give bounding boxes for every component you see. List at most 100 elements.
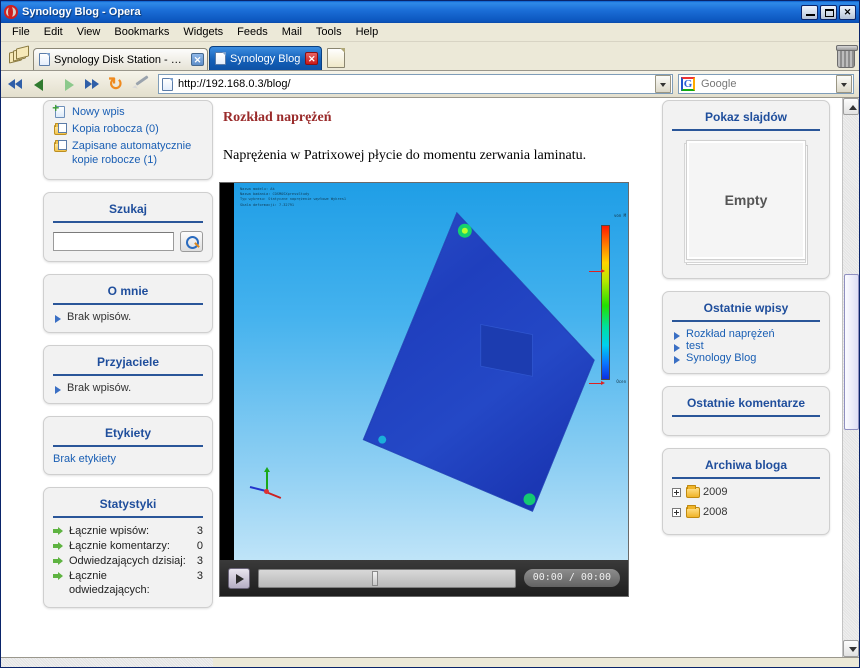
fast-forward-icon[interactable] <box>81 74 103 95</box>
new-tab-button[interactable] <box>327 48 346 68</box>
video-player[interactable]: Nazwa modelu: Ak Nazwa badania: COSMOSXp… <box>219 182 629 597</box>
stat-label: Łącznie komentarzy: <box>69 540 170 552</box>
about-box: O mnie Brak wpisów. <box>43 274 213 333</box>
divider <box>672 129 820 131</box>
tags-box: Etykiety Brak etykiety <box>43 416 213 475</box>
sidebar-item-autosaved-drafts[interactable]: Zapisane automatycznie kopie robocze (1) <box>53 139 203 167</box>
video-controls: 00:00 / 00:00 <box>220 560 628 596</box>
trash-icon[interactable] <box>836 45 858 68</box>
page-icon <box>39 53 50 66</box>
menu-item-edit[interactable]: Edit <box>37 24 70 40</box>
reload-icon[interactable] <box>106 74 128 95</box>
page-title: Rozkład naprężeń <box>223 110 332 125</box>
arrow-bullet-icon <box>53 555 64 567</box>
sidebar-item-draft[interactable]: Kopia robocza (0) <box>53 122 203 136</box>
web-search-input[interactable]: Google <box>699 78 836 90</box>
left-sidebar: Nowy wpis Kopia robocza (0) Zapisane aut… <box>1 98 213 657</box>
blog-page: Nowy wpis Kopia robocza (0) Zapisane aut… <box>1 98 842 657</box>
list-item[interactable]: Synology Blog <box>672 352 820 364</box>
scrollbar-thumb[interactable] <box>844 274 859 430</box>
close-button[interactable]: ✕ <box>839 4 856 20</box>
scroll-down-icon[interactable] <box>843 640 859 657</box>
google-logo-icon: G <box>681 77 695 91</box>
sidebar-item-label[interactable]: Kopia robocza (0) <box>72 122 159 136</box>
menu-item-feeds[interactable]: Feeds <box>230 24 275 40</box>
tab-synology-disk-station[interactable]: Synology Disk Station - D... ✕ <box>33 48 208 70</box>
expand-icon[interactable] <box>672 487 681 497</box>
box-title: Etykiety <box>104 426 152 440</box>
triangle-bullet-icon <box>55 386 61 394</box>
maximize-button[interactable] <box>820 4 837 20</box>
stats-box: Statystyki Łącznie wpisów: 3 Łącznie kom… <box>43 487 213 608</box>
friends-empty-text: Brak wpisów. <box>67 382 132 394</box>
tab-close-icon[interactable]: ✕ <box>191 53 204 66</box>
list-item[interactable]: test <box>672 340 820 352</box>
slideshow-frame[interactable]: Empty <box>672 137 820 269</box>
arrow-bullet-icon <box>53 525 64 537</box>
color-scale-legend <box>601 225 610 380</box>
divider <box>53 445 203 447</box>
sidebar-item-label[interactable]: Nowy wpis <box>72 105 125 119</box>
recent-post-link[interactable]: Synology Blog <box>686 352 756 364</box>
legend-bottom-label: Ocen <box>616 379 626 384</box>
archive-label: 2008 <box>703 506 728 518</box>
recent-posts-box: Ostatnie wpisy Rozkład naprężeń test Syn… <box>662 291 830 374</box>
scroll-up-icon[interactable] <box>843 98 859 115</box>
search-icon[interactable] <box>180 231 203 252</box>
slideshow-empty-text: Empty <box>686 140 806 260</box>
list-item[interactable]: Rozkład naprężeń <box>672 328 820 340</box>
divider <box>672 415 820 417</box>
triangle-bullet-icon <box>674 344 680 352</box>
vertical-scrollbar[interactable] <box>842 98 859 657</box>
menu-item-file[interactable]: File <box>5 24 37 40</box>
sidebar-item-new-post[interactable]: Nowy wpis <box>52 102 203 119</box>
legend-marker-lower <box>589 381 605 385</box>
menu-item-bookmarks[interactable]: Bookmarks <box>107 24 176 40</box>
tab-synology-blog[interactable]: Synology Blog ✕ <box>209 46 323 70</box>
search-engine-dropdown-icon[interactable] <box>836 75 852 93</box>
recent-post-link[interactable]: test <box>686 340 704 352</box>
edit-icon[interactable] <box>131 74 153 95</box>
sidebar-item-label[interactable]: Zapisane automatycznie kopie robocze (1) <box>72 139 203 167</box>
seek-slider[interactable] <box>258 568 516 588</box>
arrow-bullet-icon <box>53 540 64 552</box>
divider <box>53 374 203 376</box>
tags-empty-link[interactable]: Brak etykiety <box>53 453 116 465</box>
menu-item-tools[interactable]: Tools <box>309 24 349 40</box>
forward-icon[interactable] <box>56 74 78 95</box>
divider <box>672 320 820 322</box>
menu-item-view[interactable]: View <box>70 24 108 40</box>
horizontal-scrollbar[interactable] <box>1 658 213 667</box>
recent-post-link[interactable]: Rozkład naprężeń <box>686 328 775 340</box>
tab-close-icon[interactable]: ✕ <box>305 52 319 65</box>
search-input[interactable] <box>53 232 174 251</box>
stat-label: Łącznie odwiedzających: <box>69 570 150 596</box>
play-icon[interactable] <box>228 567 250 589</box>
folder-icon <box>686 485 703 499</box>
minimize-button[interactable] <box>801 4 818 20</box>
seek-thumb[interactable] <box>371 570 378 586</box>
folder-document-icon <box>53 122 69 136</box>
divider <box>53 221 203 223</box>
box-title: Przyjaciele <box>96 355 160 369</box>
box-title: Ostatnie wpisy <box>703 301 789 315</box>
tab-stack-icon[interactable] <box>5 43 31 69</box>
menu-item-help[interactable]: Help <box>349 24 386 40</box>
menu-bar: File Edit View Bookmarks Widgets Feeds M… <box>1 23 859 42</box>
menu-item-widgets[interactable]: Widgets <box>176 24 230 40</box>
search-bar[interactable]: G Google <box>678 74 854 94</box>
address-dropdown-icon[interactable] <box>655 75 671 93</box>
address-input[interactable]: http://192.168.0.3/blog/ <box>178 78 655 90</box>
expand-icon[interactable] <box>672 507 681 517</box>
archive-item-2008[interactable]: 2008 <box>672 505 820 519</box>
box-title: Archiwa bloga <box>704 458 787 472</box>
menu-item-mail[interactable]: Mail <box>275 24 309 40</box>
recent-comments-box: Ostatnie komentarze <box>662 386 830 436</box>
address-bar[interactable]: http://192.168.0.3/blog/ <box>158 74 673 94</box>
search-box: Szukaj <box>43 192 213 262</box>
stat-value: 3 <box>196 570 203 582</box>
archive-item-2009[interactable]: 2009 <box>672 485 820 499</box>
back-icon[interactable] <box>31 74 53 95</box>
rewind-icon[interactable] <box>6 74 28 95</box>
stat-value: 3 <box>196 555 203 567</box>
